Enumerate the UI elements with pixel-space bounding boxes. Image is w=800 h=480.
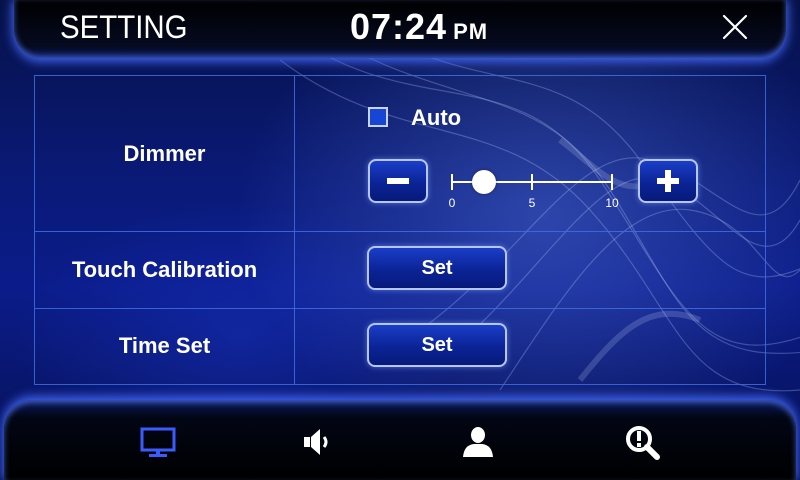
bottom-nav bbox=[4, 400, 796, 480]
user-icon[interactable] bbox=[460, 424, 496, 460]
time-set-label: Time Set bbox=[35, 308, 295, 384]
auto-checkbox[interactable] bbox=[368, 107, 388, 127]
speaker-icon[interactable] bbox=[300, 424, 336, 460]
auto-label: Auto bbox=[411, 105, 462, 130]
settings-table: Dimmer Auto 0 5 10 Touch Calibration Set… bbox=[34, 75, 766, 385]
page-title: SETTING bbox=[60, 9, 188, 45]
dimmer-row: Dimmer Auto 0 5 10 bbox=[35, 76, 765, 232]
clock-time: 07:24 bbox=[350, 6, 448, 47]
slider-tick-label-max: 10 bbox=[605, 196, 619, 210]
slider-knob[interactable] bbox=[472, 170, 496, 194]
dimmer-decrease-button[interactable] bbox=[368, 159, 428, 203]
touch-calibration-row: Touch Calibration Set bbox=[35, 231, 765, 309]
close-icon[interactable] bbox=[722, 14, 748, 40]
touch-calibration-label: Touch Calibration bbox=[35, 231, 295, 308]
top-bar: SETTING 07:24 PM bbox=[14, 0, 786, 58]
time-set-row: Time Set Set bbox=[35, 308, 765, 384]
touch-calibration-set-button[interactable]: Set bbox=[367, 246, 507, 290]
minus-icon bbox=[387, 178, 409, 184]
slider-tick bbox=[531, 174, 533, 190]
slider-tick bbox=[611, 174, 613, 190]
display-icon[interactable] bbox=[140, 424, 176, 460]
dimmer-increase-button[interactable] bbox=[638, 159, 698, 203]
slider-tick bbox=[451, 174, 453, 190]
slider-tick-label-min: 0 bbox=[448, 196, 456, 210]
slider-tick-label-mid: 5 bbox=[528, 196, 536, 210]
time-set-button[interactable]: Set bbox=[367, 323, 507, 367]
info-search-icon[interactable] bbox=[624, 424, 660, 460]
plus-icon bbox=[657, 170, 679, 192]
dimmer-label: Dimmer bbox=[35, 76, 295, 231]
clock: 07:24 PM bbox=[350, 6, 488, 48]
clock-ampm: PM bbox=[453, 19, 489, 44]
dimmer-slider[interactable]: 0 5 10 bbox=[448, 168, 619, 210]
